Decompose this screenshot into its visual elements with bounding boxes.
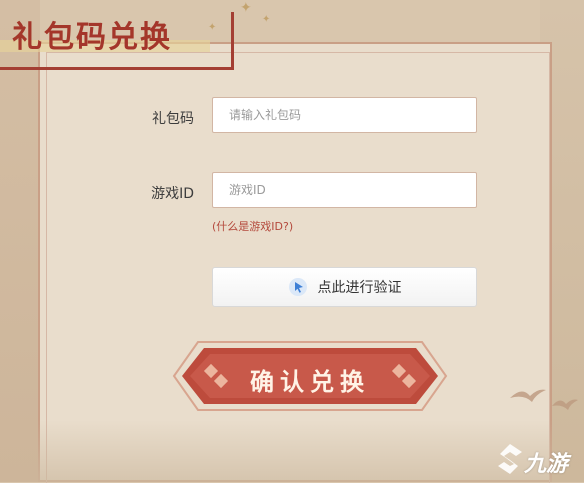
jiuyou-logo: 九游	[496, 442, 576, 478]
sparkle-icon: ✦	[262, 14, 271, 25]
bird-icon	[552, 399, 578, 410]
confirm-redeem-label: 确认兑换	[250, 367, 370, 396]
jiuyou-logo-icon	[498, 444, 522, 474]
sparkle-icon: ✦	[240, 0, 252, 16]
gift-code-label: 礼包码	[152, 111, 194, 127]
jiuyou-logo-text: 九游	[524, 451, 569, 477]
game-id-help-link[interactable]: (什么是游戏ID?)	[212, 218, 293, 234]
gift-code-input[interactable]	[212, 97, 477, 133]
cursor-verify-icon	[288, 277, 308, 297]
game-id-input[interactable]	[212, 172, 477, 208]
title-block: 礼包码兑换	[0, 6, 236, 70]
verify-button[interactable]: 点此进行验证	[212, 267, 477, 307]
page-title: 礼包码兑换	[12, 20, 172, 55]
background-hills	[38, 420, 552, 482]
bird-icon	[510, 389, 546, 402]
confirm-redeem-button[interactable]: 确认兑换	[172, 340, 448, 412]
game-id-label: 游戏ID	[151, 186, 194, 202]
verify-label: 点此进行验证	[317, 280, 402, 296]
background-left	[0, 0, 40, 482]
